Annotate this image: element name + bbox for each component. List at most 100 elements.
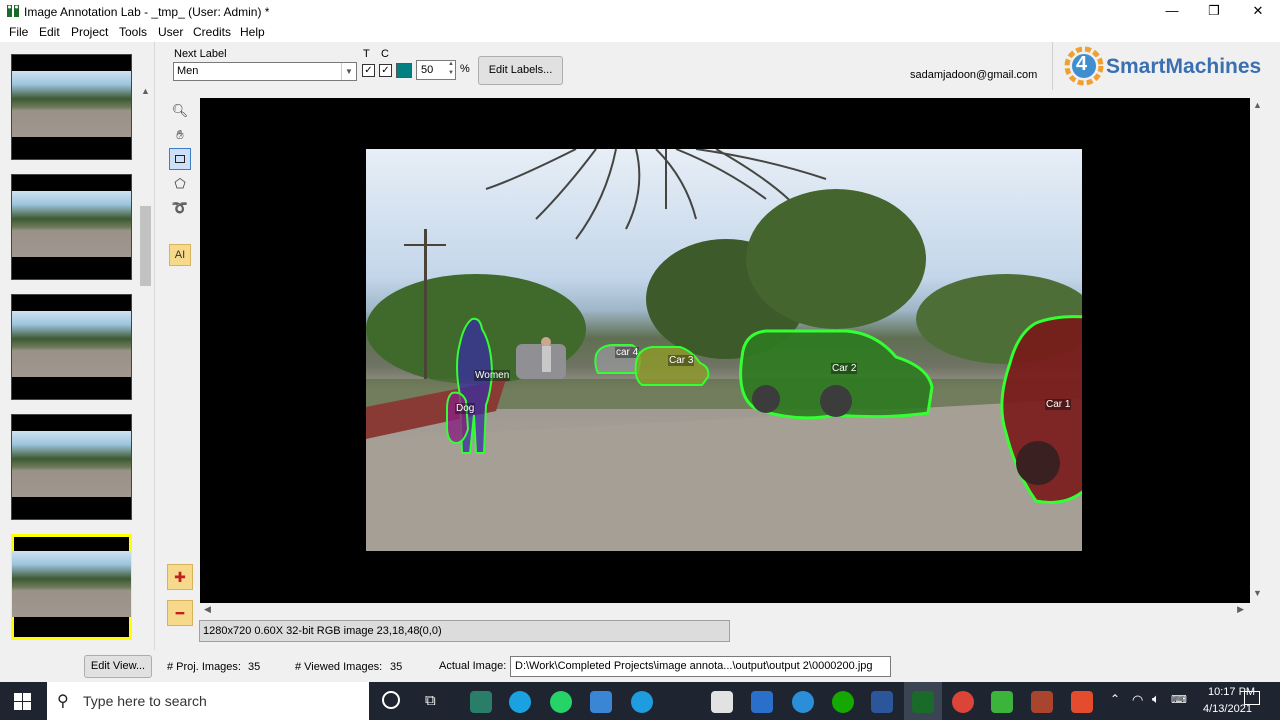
annotation-label-car3: Car 3: [668, 355, 695, 366]
next-label-select[interactable]: Men ▼: [173, 62, 357, 81]
chrome-icon[interactable]: [952, 691, 974, 713]
annotated-image[interactable]: Women Dog car 4 Car 3 Car 2 Car 1: [366, 149, 1082, 551]
chevron-down-icon[interactable]: ▼: [341, 63, 356, 80]
scroll-up-icon[interactable]: ▲: [1253, 100, 1262, 110]
menu-tools[interactable]: Tools: [119, 25, 147, 39]
viewed-images-value: 35: [390, 661, 403, 673]
skype-icon[interactable]: [509, 691, 531, 713]
annotation-car-3[interactable]: [632, 343, 712, 389]
lasso-icon: ➰: [171, 200, 189, 215]
whatsapp-icon[interactable]: [550, 691, 572, 713]
stepper-down-icon[interactable]: ▼: [448, 70, 454, 76]
menu-user[interactable]: User: [158, 25, 183, 39]
menu-project[interactable]: Project: [71, 25, 108, 39]
word-icon[interactable]: [871, 691, 893, 713]
proj-images-label: # Proj. Images:: [167, 661, 241, 673]
app-icon-1[interactable]: [470, 691, 492, 713]
edit-labels-button[interactable]: Edit Labels...: [478, 56, 563, 85]
thumbnail[interactable]: [11, 414, 132, 520]
thumbnail-scrollbar[interactable]: ▲ ▼: [138, 86, 153, 688]
thumbnail[interactable]: [11, 174, 132, 280]
thumbnail[interactable]: [11, 294, 132, 400]
menu-edit[interactable]: Edit: [39, 25, 60, 39]
opacity-stepper[interactable]: 50 ▲ ▼: [416, 60, 456, 80]
freehand-tool[interactable]: ➰: [169, 197, 191, 219]
annotation-label-women: Women: [474, 370, 511, 381]
remote-desktop-icon[interactable]: [590, 691, 612, 713]
menu-credits[interactable]: Credits: [193, 25, 231, 39]
task-view-icon[interactable]: ⧉: [425, 692, 436, 709]
upwork-icon[interactable]: [832, 691, 854, 713]
notification-icon[interactable]: [1244, 691, 1260, 705]
search-icon: ⚲: [57, 693, 69, 710]
c-caption: C: [381, 48, 389, 60]
logo-text: SmartMachines: [1106, 55, 1262, 78]
annotation-dog[interactable]: [444, 389, 470, 447]
taskbar-search-box[interactable]: ⚲ Type here to search: [47, 682, 369, 720]
minimize-button[interactable]: —: [1150, 0, 1194, 23]
close-button[interactable]: ✕: [1236, 0, 1280, 23]
add-point-icon: ✚: [174, 568, 186, 585]
cortana-icon[interactable]: [382, 691, 400, 709]
app-icon: [7, 5, 19, 17]
viewed-images-label: # Viewed Images:: [295, 661, 383, 673]
ie-icon[interactable]: [792, 691, 814, 713]
logo-number: 4: [1076, 53, 1088, 75]
scroll-up-icon[interactable]: ▲: [141, 86, 150, 96]
annotation-lab-icon[interactable]: [912, 691, 934, 713]
mail-icon[interactable]: [751, 691, 773, 713]
menu-file[interactable]: File: [9, 25, 28, 39]
t-checkbox[interactable]: ✓: [362, 64, 375, 77]
actual-image-path-field[interactable]: D:\Work\Completed Projects\image annota.…: [510, 656, 891, 677]
app-icon-2[interactable]: [1031, 691, 1053, 713]
proj-images-value: 35: [248, 661, 261, 673]
scrollbar-thumb[interactable]: [140, 206, 151, 286]
stepper-up-icon[interactable]: ▲: [448, 61, 454, 67]
next-label-caption: Next Label: [174, 48, 227, 60]
background-vehicles: [516, 337, 566, 379]
color-swatch[interactable]: [396, 63, 412, 78]
remove-points-button[interactable]: ━: [167, 600, 193, 626]
scroll-down-icon[interactable]: ▼: [1253, 588, 1262, 598]
camtasia-icon[interactable]: [991, 691, 1013, 713]
c-checkbox[interactable]: ✓: [379, 64, 392, 77]
edit-view-button[interactable]: Edit View...: [84, 655, 152, 678]
ai-tool-button[interactable]: AI: [169, 244, 191, 266]
polygon-tool[interactable]: ⬠: [169, 173, 191, 195]
rectangle-icon: [175, 155, 185, 163]
pan-tool[interactable]: ✋︎: [169, 124, 191, 146]
scroll-right-icon[interactable]: ▶: [1237, 604, 1244, 615]
smartmachines-logo: 4 SmartMachines: [1060, 44, 1275, 88]
window-title: Image Annotation Lab - _tmp_ (User: Admi…: [24, 5, 270, 19]
add-points-button[interactable]: ✚: [167, 564, 193, 590]
top-toolbar: Next Label Men ▼ T C ✓ ✓ 50 ▲ ▼ % Edit L…: [155, 42, 1280, 96]
annotation-label-dog: Dog: [455, 403, 476, 414]
wifi-icon[interactable]: ◠: [1132, 692, 1143, 708]
volume-icon[interactable]: 🔈︎: [1152, 691, 1160, 707]
windows-start-icon[interactable]: [14, 693, 31, 710]
image-status: 1280x720 0.60X 32-bit RGB image 23,18,48…: [199, 620, 730, 642]
annotation-car-2[interactable]: [736, 327, 936, 425]
canvas-vertical-scrollbar[interactable]: ▲ ▼: [1250, 98, 1264, 603]
image-canvas[interactable]: Women Dog car 4 Car 3 Car 2 Car 1: [200, 98, 1250, 603]
annotation-car-1[interactable]: [996, 313, 1082, 509]
zoom-tool[interactable]: 🔍︎: [169, 100, 191, 122]
hand-icon: ✋︎: [176, 127, 184, 142]
maximize-button[interactable]: ❐: [1192, 0, 1236, 23]
thumbnail[interactable]: [11, 54, 132, 160]
search-placeholder: Type here to search: [83, 693, 207, 709]
thumbnail-selected[interactable]: [11, 534, 132, 640]
tool-palette: 🔍︎ ✋︎ ⬠ ➰ AI ✚ ━: [166, 98, 196, 628]
app-icon-3[interactable]: [1071, 691, 1093, 713]
polygon-icon: ⬠: [174, 176, 186, 191]
store-icon[interactable]: [711, 691, 733, 713]
menu-help[interactable]: Help: [240, 25, 265, 39]
keyboard-icon[interactable]: ⌨︎: [1171, 693, 1187, 706]
edge-icon[interactable]: [631, 691, 653, 713]
windows-taskbar: ⚲ Type here to search ⧉ ⌃ ◠ 🔈︎ ⌨︎ 10:17 …: [0, 682, 1280, 720]
next-label-value: Men: [177, 65, 199, 77]
scroll-left-icon[interactable]: ◀: [204, 604, 211, 615]
chevron-up-icon[interactable]: ⌃: [1110, 692, 1120, 706]
canvas-horizontal-scrollbar[interactable]: ◀ ▶: [200, 603, 1250, 617]
rectangle-tool[interactable]: [169, 148, 191, 170]
